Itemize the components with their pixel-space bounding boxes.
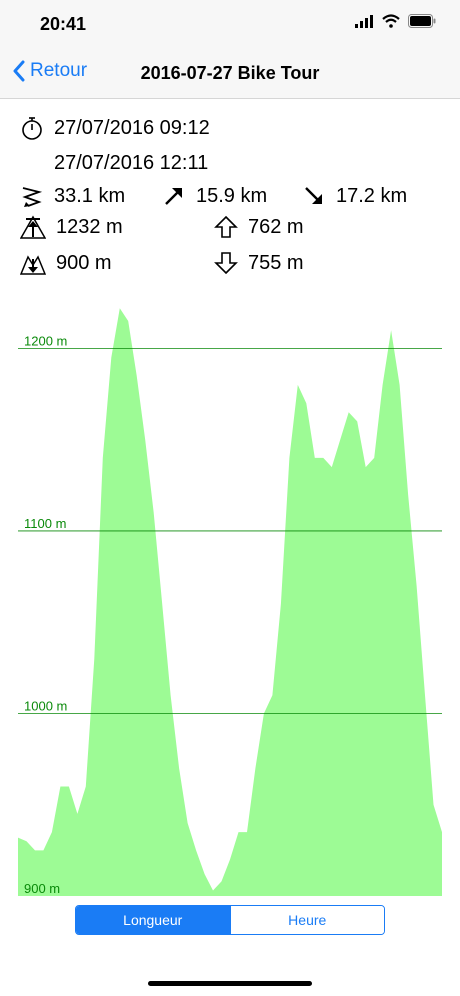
end-time: 27/07/2016 12:11 [54,151,209,174]
min-altitude-row: 900 m [20,251,112,275]
distance-up-row: 15.9 km [162,184,267,208]
status-icons [354,14,436,28]
route-icon [22,187,43,207]
distance-total: 33.1 km [54,184,126,207]
elevation-chart: 1200 m 1100 m 1000 m 900 m [18,308,442,896]
signal-icon [355,15,373,28]
y-tick-label: 1200 m [24,333,67,348]
y-tick-label: 1100 m [24,516,66,531]
arrow-up-right-icon [165,188,182,205]
mountain-up-icon [20,215,46,239]
segment-distance[interactable]: Longueur [76,906,230,934]
tour-stats: 27/07/2016 09:12 27/07/2016 12:11 33.1 k… [0,100,460,280]
descent-arrow-icon [214,252,238,275]
distance-down: 17.2 km [336,184,408,207]
wifi-icon [382,14,400,28]
y-tick-label: 1000 m [24,698,67,713]
y-tick-label: 900 m [24,881,60,896]
end-row: 27/07/2016 12:11 [20,151,208,175]
elevation-area [18,308,442,896]
status-time: 20:41 [40,14,87,34]
x-axis-segmented-control: Longueur Heure [75,905,385,935]
distance-down-row: 17.2 km [302,184,407,208]
stopwatch-icon [22,117,42,140]
ascent-row: 762 m [214,215,304,239]
battery-icon [408,14,436,28]
status-bar: 20:41 [0,0,460,50]
min-altitude: 900 m [56,251,112,274]
home-indicator [148,981,312,986]
mountain-down-icon [20,255,46,275]
spacer [20,151,44,175]
max-altitude-row: 1232 m [20,215,123,239]
descent-row: 755 m [214,251,304,275]
max-altitude: 1232 m [56,215,123,238]
ascent: 762 m [248,215,304,238]
distance-up: 15.9 km [196,184,268,207]
arrow-down-right-icon [305,187,322,204]
start-row: 27/07/2016 09:12 [20,116,210,140]
ascent-arrow-icon [214,215,238,238]
page-title: 2016-07-27 Bike Tour [140,63,320,83]
distance-row: 33.1 km [20,184,125,208]
start-time: 27/07/2016 09:12 [54,116,210,139]
segment-time[interactable]: Heure [229,906,384,934]
navigation-bar: Retour 2016-07-27 Bike Tour [0,50,460,99]
descent: 755 m [248,251,304,274]
